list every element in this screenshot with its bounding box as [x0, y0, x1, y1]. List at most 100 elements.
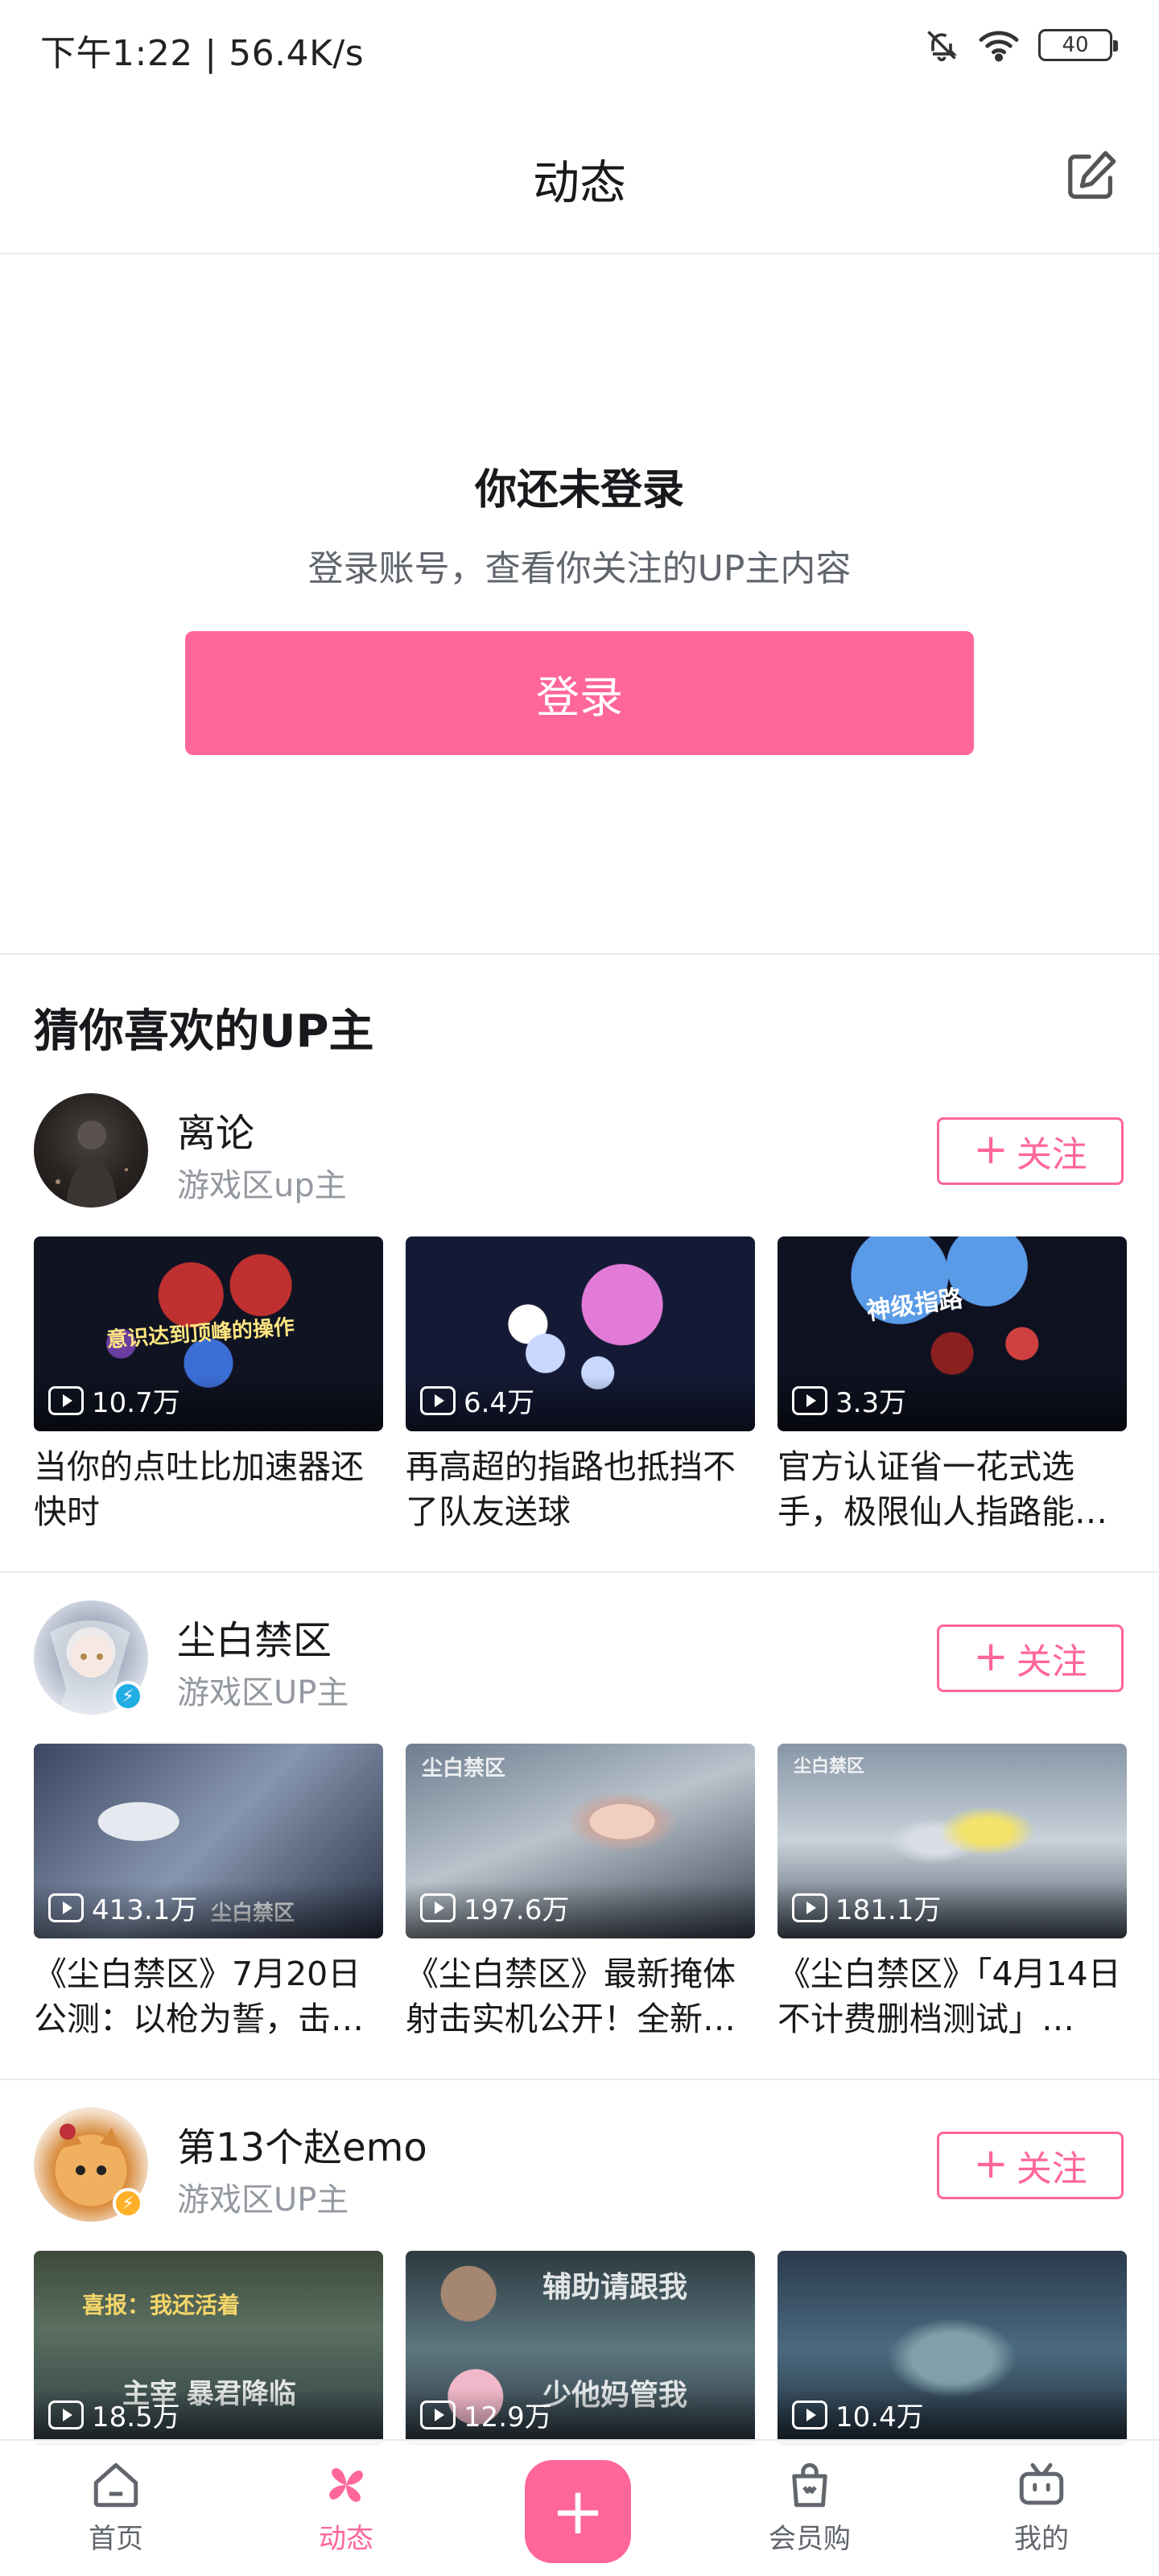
- play-count: 6.4万: [420, 1381, 534, 1420]
- thumb-caption: 尘白禁区: [422, 1757, 506, 1781]
- nav-mine[interactable]: 我的: [977, 2458, 1106, 2556]
- play-count-value: 181.1万: [835, 1894, 942, 1926]
- status-icons: 40: [924, 27, 1118, 63]
- battery-icon: 40: [1038, 29, 1118, 61]
- play-count-value: 10.7万: [92, 1387, 180, 1419]
- mute-bell-icon: [927, 31, 958, 62]
- video-title[interactable]: 《尘白禁区》7月20日公测：以枪为誓，击…: [34, 1951, 383, 2041]
- follow-button[interactable]: + 关注: [937, 1117, 1124, 1185]
- video-list: 尘白禁区 413.1万 《尘白禁区》7月20日公测：以枪为誓，击… 尘白禁区 1…: [34, 1744, 1127, 2041]
- plus-icon: +: [973, 1633, 1008, 1681]
- login-subtitle: 登录账号，查看你关注的UP主内容: [307, 548, 852, 589]
- verified-badge-icon: ⚡: [113, 2188, 143, 2219]
- page-title: 动态: [532, 155, 626, 210]
- pinwheel-icon: [329, 2468, 363, 2502]
- play-count-value: 413.1万: [92, 1894, 198, 1926]
- home-icon: [93, 2462, 138, 2508]
- video-list: 意识达到顶峰的操作 10.7万 当你的点吐比加速器还快时 6.4万 再高超的指路…: [34, 1236, 1127, 1534]
- video-title[interactable]: 官方认证省一花式选手，极限仙人指路能…: [777, 1444, 1127, 1534]
- compose-button[interactable]: [1059, 143, 1124, 208]
- up-description: 游戏区UP主: [177, 2182, 349, 2219]
- top-header: 动态: [0, 113, 1159, 254]
- up-card: 离论 游戏区up主 + 关注 意识达到顶峰的操作 10.7万 当你的点吐比加速器…: [0, 1079, 1159, 1573]
- video-thumbnail[interactable]: 10.4万: [777, 2251, 1127, 2446]
- up-name[interactable]: 第13个赵emo: [177, 2116, 427, 2172]
- video-card[interactable]: 意识达到顶峰的操作 10.7万 当你的点吐比加速器还快时: [34, 1236, 383, 1534]
- video-thumbnail[interactable]: 神级指路 3.3万: [777, 1236, 1127, 1431]
- follow-label: 关注: [1016, 1641, 1087, 1682]
- nav-dynamic[interactable]: 动态: [282, 2458, 410, 2556]
- play-count-value: 12.9万: [464, 2401, 552, 2434]
- nav-mine-label: 我的: [1014, 2523, 1069, 2555]
- follow-label: 关注: [1016, 2149, 1087, 2190]
- verified-badge-icon: ⚡: [113, 1681, 143, 1711]
- wifi-icon: [979, 31, 1019, 62]
- play-count: 181.1万: [792, 1888, 941, 1927]
- up-name[interactable]: 尘白禁区: [177, 1608, 332, 1665]
- play-count-value: 18.5万: [92, 2401, 180, 2434]
- nav-home-label: 首页: [89, 2523, 143, 2555]
- section-title: 猜你喜欢的UP主: [34, 1005, 374, 1058]
- video-title[interactable]: 再高超的指路也抵挡不了队友送球: [406, 1444, 755, 1534]
- play-icon: [792, 2400, 827, 2429]
- follow-button[interactable]: + 关注: [937, 2132, 1124, 2199]
- nav-mall[interactable]: 会员购: [745, 2458, 874, 2556]
- video-title[interactable]: 当你的点吐比加速器还快时: [34, 1444, 383, 1534]
- up-description: 游戏区up主: [177, 1167, 347, 1204]
- video-card[interactable]: 6.4万 再高超的指路也抵挡不了队友送球: [406, 1236, 755, 1534]
- battery-level: 40: [1062, 33, 1089, 57]
- video-card[interactable]: 神级指路 3.3万 官方认证省一花式选手，极限仙人指路能…: [777, 1236, 1127, 1534]
- video-thumbnail[interactable]: 尘白禁区 181.1万: [777, 1744, 1127, 1938]
- follow-label: 关注: [1016, 1134, 1087, 1175]
- play-icon: [48, 1893, 84, 1922]
- play-icon: [48, 1385, 84, 1415]
- follow-button[interactable]: + 关注: [937, 1624, 1124, 1692]
- edit-icon: [1068, 151, 1116, 199]
- bottom-navigation: 首页 动态 + 会员购 我的: [0, 2439, 1159, 2576]
- up-card: ⚡ 第13个赵emo 游戏区UP主 + 关注 喜报：我还活着 主宰 暴君降临 1…: [0, 2093, 1159, 2446]
- play-count: 18.5万: [48, 2395, 180, 2434]
- play-count: 413.1万: [48, 1888, 197, 1927]
- video-title[interactable]: 《尘白禁区》最新掩体射击实机公开！全新…: [406, 1951, 755, 2041]
- video-thumbnail[interactable]: 尘白禁区 197.6万: [406, 1744, 755, 1938]
- video-card[interactable]: 尘白禁区 413.1万 《尘白禁区》7月20日公测：以枪为誓，击…: [34, 1744, 383, 2041]
- video-thumbnail[interactable]: 尘白禁区 413.1万: [34, 1744, 383, 1938]
- video-thumbnail[interactable]: 喜报：我还活着 主宰 暴君降临 18.5万: [34, 2251, 383, 2446]
- play-count-value: 10.4万: [835, 2401, 924, 2434]
- login-prompt: 你还未登录 登录账号，查看你关注的UP主内容 登录: [0, 256, 1159, 955]
- avatar[interactable]: [34, 1093, 148, 1208]
- video-title[interactable]: 《尘白禁区》「4月14日不计费删档测试」…: [777, 1951, 1127, 2041]
- video-card[interactable]: 10.4万: [777, 2251, 1127, 2446]
- play-count: 197.6万: [420, 1888, 569, 1927]
- play-count: 12.9万: [420, 2395, 552, 2434]
- thumb-caption: 辅助请跟我: [542, 2271, 688, 2304]
- login-button[interactable]: 登录: [185, 631, 974, 755]
- plus-icon: +: [973, 1125, 1008, 1174]
- video-list: 喜报：我还活着 主宰 暴君降临 18.5万 辅助请跟我 少他妈管我 12.9万 …: [34, 2251, 1127, 2446]
- thumb-caption: 意识达到顶峰的操作: [105, 1315, 295, 1353]
- nav-dynamic-label: 动态: [319, 2523, 373, 2555]
- status-time-speed: 下午1:22 | 56.4K/s: [40, 33, 365, 74]
- video-thumbnail[interactable]: 6.4万: [406, 1236, 755, 1431]
- play-icon: [48, 2400, 84, 2429]
- video-card[interactable]: 尘白禁区 197.6万 《尘白禁区》最新掩体射击实机公开！全新…: [406, 1744, 755, 2041]
- video-card[interactable]: 辅助请跟我 少他妈管我 12.9万: [406, 2251, 755, 2446]
- thumb-caption: 神级指路: [864, 1284, 965, 1327]
- play-count: 10.7万: [48, 1381, 180, 1420]
- video-thumbnail[interactable]: 意识达到顶峰的操作 10.7万: [34, 1236, 383, 1431]
- thumb-caption: 喜报：我还活着: [82, 2292, 241, 2318]
- up-description: 游戏区UP主: [177, 1674, 349, 1711]
- play-icon: [792, 1893, 827, 1922]
- nav-mall-label: 会员购: [769, 2523, 851, 2555]
- nav-home[interactable]: 首页: [52, 2458, 180, 2556]
- status-bar: 下午1:22 | 56.4K/s 40: [0, 0, 1159, 100]
- play-count-value: 3.3万: [835, 1387, 907, 1419]
- play-count-value: 197.6万: [464, 1894, 570, 1926]
- play-icon: [420, 2400, 456, 2429]
- video-card[interactable]: 喜报：我还活着 主宰 暴君降临 18.5万: [34, 2251, 383, 2446]
- up-name[interactable]: 离论: [177, 1101, 254, 1158]
- up-card: ⚡ 尘白禁区 游戏区UP主 + 关注 尘白禁区 413.1万 《尘白禁区》7月2…: [0, 1586, 1159, 2080]
- publish-button[interactable]: +: [525, 2460, 631, 2563]
- video-thumbnail[interactable]: 辅助请跟我 少他妈管我 12.9万: [406, 2251, 755, 2446]
- video-card[interactable]: 尘白禁区 181.1万 《尘白禁区》「4月14日不计费删档测试」…: [777, 1744, 1127, 2041]
